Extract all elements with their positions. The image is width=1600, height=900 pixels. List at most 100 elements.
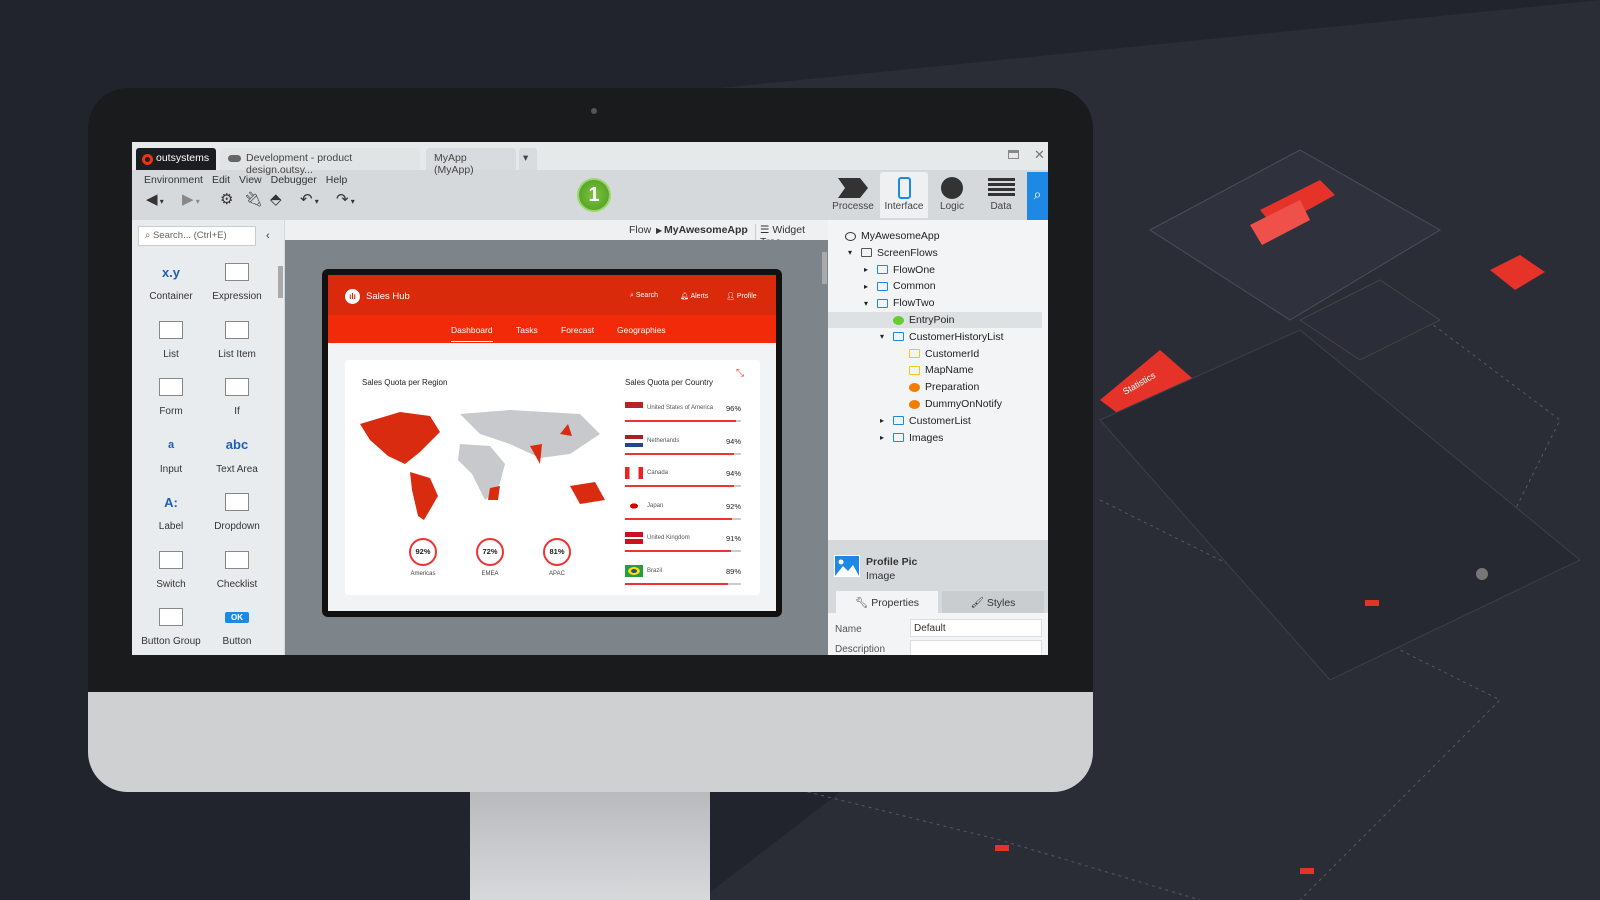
menu-help[interactable]: Help xyxy=(326,174,348,186)
palette-item-button[interactable]: OK Button xyxy=(204,604,270,647)
tree-item[interactable]: ▸ CustomerList xyxy=(880,413,971,429)
tree-node-icon xyxy=(909,349,920,359)
widget-icon xyxy=(204,317,270,343)
expand-arrow-icon[interactable]: ▾ xyxy=(880,332,888,341)
tab-myapp[interactable]: MyApp (MyApp) xyxy=(426,148,516,176)
widget-icon xyxy=(204,374,270,400)
menu-environment[interactable]: Environment xyxy=(144,174,203,186)
expand-arrow-icon[interactable]: ▸ xyxy=(864,282,872,291)
tree-item[interactable]: MapName xyxy=(896,362,973,378)
tab-label: Properties xyxy=(871,597,920,609)
tree-item[interactable]: ▾ ScreenFlows xyxy=(848,245,938,261)
settings-gear-icon[interactable]: ⚙ xyxy=(220,190,233,208)
collapse-panel-icon[interactable]: ‹ xyxy=(266,230,270,242)
module-interface[interactable]: Interface xyxy=(880,172,928,218)
widget-icon xyxy=(138,374,204,400)
app-alerts-button[interactable]: 🔔︎ Alerts xyxy=(680,292,708,300)
module-processes[interactable]: Processe xyxy=(829,172,877,218)
plug-icon[interactable]: 🔌︎ xyxy=(244,190,263,208)
tab-label: Styles xyxy=(986,597,1016,609)
palette-item-list[interactable]: List xyxy=(138,317,204,360)
tree-item[interactable]: ▸ Common xyxy=(864,278,936,294)
tree-label: CustomerList xyxy=(909,414,971,427)
tree-item[interactable]: ▾ CustomerHistoryList xyxy=(880,329,1004,345)
palette-search-input[interactable]: ⌕ Search... (Ctrl+E) xyxy=(138,226,256,246)
tree-item[interactable]: ▸ FlowOne xyxy=(864,262,935,278)
camera xyxy=(591,108,597,114)
menu-bar: Environment Edit View Debugger Help xyxy=(144,174,356,186)
forward-icon[interactable]: ▶ ▾ xyxy=(182,190,200,208)
expand-arrow-icon[interactable]: ▸ xyxy=(880,433,888,442)
tree-item[interactable]: ▸ Images xyxy=(880,430,943,446)
tree-item[interactable]: Preparation xyxy=(896,379,979,395)
tab-dropdown-button[interactable]: ▾ xyxy=(519,148,537,170)
palette-item-dropdown[interactable]: Dropdown xyxy=(204,489,270,532)
publish-icon[interactable]: ⬘ xyxy=(270,190,282,208)
menu-edit[interactable]: Edit xyxy=(212,174,230,186)
palette-item-switch[interactable]: Switch xyxy=(138,547,204,590)
tab-outsystems[interactable]: outsystems xyxy=(136,148,216,170)
module-logic[interactable]: Logic xyxy=(928,172,976,218)
expand-arrow-icon[interactable]: ▾ xyxy=(848,248,856,257)
region-title: Sales Quota per Region xyxy=(362,378,448,387)
palette-item-label[interactable]: A: Label xyxy=(138,489,204,533)
tree-item[interactable]: EntryPoin xyxy=(880,312,955,328)
quota-bar-fill xyxy=(625,420,737,422)
widget-icon: OK xyxy=(204,604,270,630)
expand-arrow-icon[interactable]: ▸ xyxy=(880,416,888,425)
canvas-scrollbar[interactable] xyxy=(822,252,827,284)
palette-item-button-group[interactable]: Button Group xyxy=(138,604,204,647)
label: Search xyxy=(635,292,659,299)
tab-development[interactable]: Development - product design.outsy... xyxy=(220,148,420,176)
module-label: Data xyxy=(990,201,1012,212)
undo-icon[interactable]: ↶ ▾ xyxy=(300,190,319,208)
tree-label: FlowTwo xyxy=(893,297,935,310)
redo-icon[interactable]: ↷ ▾ xyxy=(336,190,355,208)
close-icon[interactable]: ✕ xyxy=(1034,147,1045,163)
palette-item-container[interactable]: x.y Container xyxy=(138,259,204,303)
palette-item-input[interactable]: a Input xyxy=(138,432,204,475)
nav-dashboard[interactable]: Dashboard xyxy=(451,325,493,342)
back-icon[interactable]: ◀ ▾ xyxy=(146,190,164,208)
notification-badge[interactable]: 1 xyxy=(577,178,611,212)
tree-item[interactable]: DummyOnNotify xyxy=(896,396,1002,412)
dashboard-card: Sales Quota per Region Sales Quota per C… xyxy=(345,360,760,595)
tab-styles[interactable]: 🖌︎ Styles xyxy=(942,591,1044,613)
region-ring: 72% xyxy=(476,538,504,566)
country-value: 91% xyxy=(725,534,741,543)
palette-item-list-item[interactable]: List Item xyxy=(204,317,270,360)
palette-item-text-area[interactable]: abc Text Area xyxy=(204,432,270,475)
nav-forecast[interactable]: Forecast xyxy=(561,325,594,335)
palette-scrollbar[interactable] xyxy=(278,266,283,298)
app-search-button[interactable]: ⌕ Search xyxy=(630,292,658,300)
maximize-icon[interactable] xyxy=(1008,150,1019,159)
country-row: Canada 94% xyxy=(625,465,741,497)
palette-label: List xyxy=(163,348,179,360)
quota-bar-fill xyxy=(625,582,729,585)
tree-item[interactable]: CustomerId xyxy=(896,346,979,362)
app-profile-button[interactable]: 👤︎ Profile xyxy=(726,292,757,300)
tree-item[interactable]: MyAwesomeApp xyxy=(832,228,940,244)
tab-properties[interactable]: 🔧︎ Properties xyxy=(836,591,938,613)
menu-debugger[interactable]: Debugger xyxy=(271,174,317,186)
palette-item-expression[interactable]: Expression xyxy=(204,259,270,302)
search-icon[interactable]: ⌕ xyxy=(1027,172,1048,220)
nav-tasks[interactable]: Tasks xyxy=(516,325,538,335)
palette-item-form[interactable]: Form xyxy=(138,374,204,417)
tree-item[interactable]: ▾ FlowTwo xyxy=(864,295,934,311)
expand-arrow-icon[interactable]: ▾ xyxy=(864,299,872,308)
prop-description-input[interactable] xyxy=(910,640,1042,655)
country-row: Brazil 89% xyxy=(625,563,741,595)
collapse-icon[interactable]: ⤡ xyxy=(736,368,744,379)
expand-arrow-icon[interactable]: ▸ xyxy=(864,265,872,274)
search-placeholder: Search... (Ctrl+E) xyxy=(152,230,227,241)
tree-label: FlowOne xyxy=(893,263,936,276)
breadcrumb-flow[interactable]: Flow xyxy=(629,224,651,236)
prop-name-input[interactable]: Default xyxy=(910,619,1042,637)
palette-item-checklist[interactable]: Checklist xyxy=(204,547,270,590)
module-data[interactable]: Data xyxy=(977,172,1025,218)
palette-item-if[interactable]: If xyxy=(204,374,270,417)
nav-geographies[interactable]: Geographies xyxy=(617,325,666,335)
quota-bar-fill xyxy=(625,485,735,487)
menu-view[interactable]: View xyxy=(239,174,262,186)
